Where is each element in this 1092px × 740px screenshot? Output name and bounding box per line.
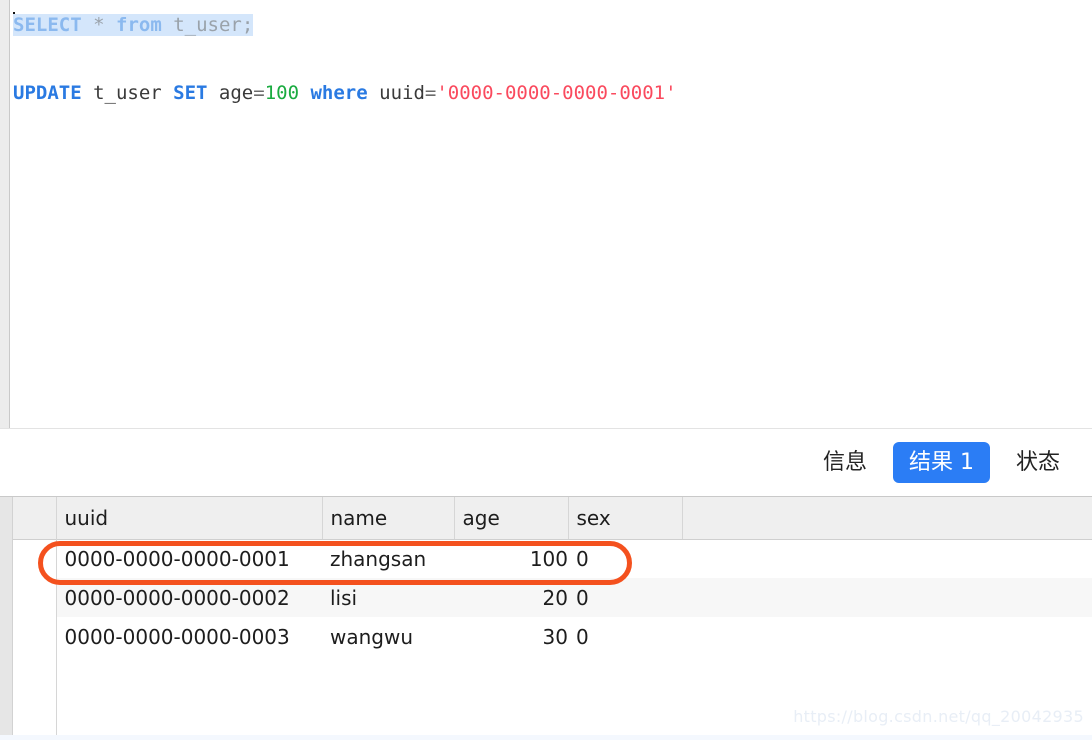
header-rownum [13, 497, 57, 540]
code-token-plain-dim: t_user; [161, 14, 254, 36]
code-token-keyword: UPDATE [13, 82, 82, 104]
header-uuid[interactable]: uuid [56, 497, 323, 540]
code-token-keyword: where [310, 82, 368, 104]
tab-info[interactable]: 信息 [807, 442, 883, 484]
cell-age[interactable]: 30 [454, 617, 568, 656]
cell-age[interactable]: 100 [454, 539, 568, 578]
result-table-body: 0000-0000-0000-0001 zhangsan 100 0 0000-0000… [13, 539, 1092, 656]
tab-status[interactable]: 状态 [1000, 442, 1076, 484]
result-tabbar: 信息 结果 1 状态 [0, 429, 1092, 497]
header-age[interactable]: age [454, 497, 569, 540]
row-selector-cell[interactable] [13, 539, 57, 578]
tab-result-1[interactable]: 结果 1 [892, 441, 990, 484]
cell-filler [682, 539, 1092, 578]
cell-sex[interactable]: 0 [568, 539, 682, 578]
sql-editor-textarea[interactable]: SELECT * from t_user; UPDATE t_user SET a… [10, 0, 1092, 428]
row-selector-cell[interactable] [13, 617, 57, 656]
bottom-edge-strip [0, 735, 1092, 740]
code-token-plain-dim [105, 14, 116, 36]
code-token-operator-dim: * [93, 14, 105, 36]
table-row[interactable]: 0000-0000-0000-0003 wangwu 30 0 [13, 617, 1092, 656]
cell-sex[interactable]: 0 [568, 617, 682, 656]
sql-client-window: SELECT * from t_user; UPDATE t_user SET a… [0, 0, 1092, 740]
code-line-2[interactable]: UPDATE t_user SET age=100 where uuid='00… [10, 76, 1092, 110]
header-filler [682, 497, 1092, 540]
code-token-keyword-dim: from [116, 14, 162, 36]
code-line-1[interactable] [10, 42, 1092, 76]
code-token-operator: = [253, 82, 265, 104]
result-table: uuid name age sex 0000-0000-0000-0001 zha… [13, 497, 1092, 656]
table-row[interactable]: 0000-0000-0000-0002 lisi 20 0 [13, 578, 1092, 617]
code-token-keyword-dim: SELECT [13, 14, 82, 36]
cell-uuid[interactable]: 0000-0000-0000-0002 [56, 578, 322, 617]
table-row[interactable]: 0000-0000-0000-0001 zhangsan 100 0 [13, 539, 1092, 578]
cell-name[interactable]: wangwu [322, 617, 454, 656]
row-selector-cell[interactable] [13, 578, 57, 617]
cell-age[interactable]: 20 [454, 578, 568, 617]
code-token-keyword: SET [173, 82, 208, 104]
watermark-url: https://blog.csdn.net/qq_20042935 [793, 707, 1084, 726]
editor-gutter [0, 0, 10, 428]
cell-filler [682, 578, 1092, 617]
cell-uuid[interactable]: 0000-0000-0000-0001 [56, 539, 322, 578]
code-token-number: 100 [264, 82, 300, 104]
code-token-plain: age [207, 82, 254, 104]
header-name[interactable]: name [322, 497, 455, 540]
cell-filler [682, 617, 1092, 656]
cell-name[interactable]: zhangsan [322, 539, 454, 578]
code-token-plain: uuid [367, 82, 425, 104]
result-grid-container: uuid name age sex 0000-0000-0000-0001 zha… [0, 497, 1092, 740]
header-row: uuid name age sex [13, 497, 1092, 540]
code-line-0[interactable]: SELECT * from t_user; [10, 8, 1092, 42]
result-table-head: uuid name age sex [13, 497, 1092, 540]
code-token-string: '0000-0000-0000-0001' [436, 82, 677, 104]
code-token-plain: t_user [81, 82, 174, 104]
result-grid[interactable]: uuid name age sex 0000-0000-0000-0001 zha… [13, 497, 1092, 740]
cell-name[interactable]: lisi [322, 578, 454, 617]
sql-editor-pane[interactable]: SELECT * from t_user; UPDATE t_user SET a… [0, 0, 1092, 429]
code-line-text: UPDATE t_user SET age=100 where uuid='00… [13, 82, 677, 104]
code-line-text: SELECT * from t_user; [13, 14, 254, 36]
grid-left-rail [0, 497, 13, 740]
cell-uuid[interactable]: 0000-0000-0000-0003 [56, 617, 322, 656]
code-token-operator: = [424, 82, 437, 104]
header-sex[interactable]: sex [568, 497, 683, 540]
cell-sex[interactable]: 0 [568, 578, 682, 617]
code-token-plain-dim [82, 14, 93, 36]
